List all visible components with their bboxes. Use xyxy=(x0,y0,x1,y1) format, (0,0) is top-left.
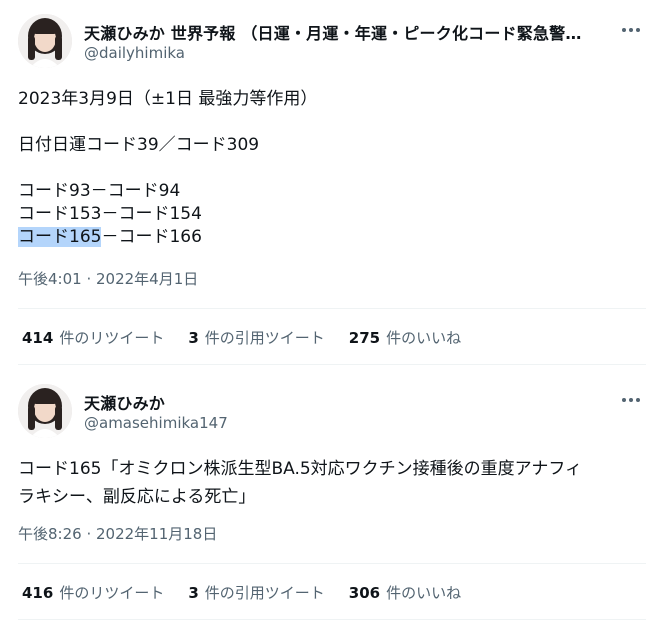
tweet-text: コード165「オミクロン株派生型BA.5対応ワクチン接種後の重度アナフィ ラキシ… xyxy=(18,455,582,511)
quotes-stat[interactable]: 3 件の引用ツイート xyxy=(188,327,324,348)
retweets-label: 件のリツイート xyxy=(59,329,165,347)
likes-stat[interactable]: 275 件のいいね xyxy=(349,327,461,348)
engagement-stats: 414 件のリツイート 3 件の引用ツイート 275 件のいいね xyxy=(22,327,485,348)
likes-stat[interactable]: 306 件のいいね xyxy=(349,582,461,603)
user-handle[interactable]: @dailyhimika xyxy=(84,44,185,62)
tweet-text-line: コード165－コード166 xyxy=(18,226,317,249)
quotes-label: 件の引用ツイート xyxy=(204,329,325,347)
likes-label: 件のいいね xyxy=(386,584,462,602)
quotes-stat[interactable]: 3 件の引用ツイート xyxy=(188,582,324,603)
selected-text: コード165 xyxy=(18,227,102,247)
avatar-image xyxy=(18,384,72,438)
quotes-label: 件の引用ツイート xyxy=(204,584,325,602)
retweets-stat[interactable]: 414 件のリツイート xyxy=(22,327,164,348)
retweets-count: 416 xyxy=(22,583,54,602)
tweet-2: 天瀬ひみか @amasehimika147 コード165「オミクロン株派生型BA… xyxy=(0,375,664,635)
likes-count: 275 xyxy=(348,328,381,347)
likes-count: 306 xyxy=(348,583,381,602)
tweet-text: 2023年3月9日（±1日 最強力等作用） 日付日運コード39／コード309 コ… xyxy=(18,88,317,249)
timestamp[interactable]: 午後8:26 · 2022年11月18日 xyxy=(18,523,217,544)
tweet-1: 天瀬ひみか 世界予報 （日運・月運・年運・ピーク化コード緊急警… @dailyh… xyxy=(0,0,664,365)
divider xyxy=(18,563,646,564)
tweet-text-line: 日付日運コード39／コード309 xyxy=(18,135,260,155)
engagement-stats: 416 件のリツイート 3 件の引用ツイート 306 件のいいね xyxy=(22,582,485,603)
quotes-count: 3 xyxy=(188,328,199,347)
tweet-text-line: ラキシー、副反応による死亡」 xyxy=(18,487,256,507)
retweets-label: 件のリツイート xyxy=(59,584,165,602)
quotes-count: 3 xyxy=(188,583,199,602)
avatar-image xyxy=(18,14,72,68)
tweet-text-line: 2023年3月9日（±1日 最強力等作用） xyxy=(18,89,318,109)
avatar[interactable] xyxy=(18,14,72,68)
divider xyxy=(18,619,646,620)
likes-label: 件のいいね xyxy=(386,329,462,347)
tweet-text-line: コード165「オミクロン株派生型BA.5対応ワクチン接種後の重度アナフィ xyxy=(18,459,582,479)
retweets-count: 414 xyxy=(22,328,54,347)
user-handle[interactable]: @amasehimika147 xyxy=(84,414,228,432)
divider xyxy=(18,308,646,309)
more-horizontal-icon[interactable] xyxy=(620,395,642,405)
tweet-text-line: コード153－コード154 xyxy=(18,204,202,224)
avatar[interactable] xyxy=(18,384,72,438)
more-horizontal-icon[interactable] xyxy=(620,25,642,35)
timestamp[interactable]: 午後4:01 · 2022年4月1日 xyxy=(18,268,198,289)
divider xyxy=(18,364,646,365)
retweets-stat[interactable]: 416 件のリツイート xyxy=(22,582,164,603)
display-name[interactable]: 天瀬ひみか 世界予報 （日運・月運・年運・ピーク化コード緊急警… xyxy=(84,20,582,44)
tweet-text-line: コード93－コード94 xyxy=(18,181,181,201)
display-name[interactable]: 天瀬ひみか xyxy=(84,390,165,414)
tweet-text-fragment: －コード166 xyxy=(101,227,202,247)
